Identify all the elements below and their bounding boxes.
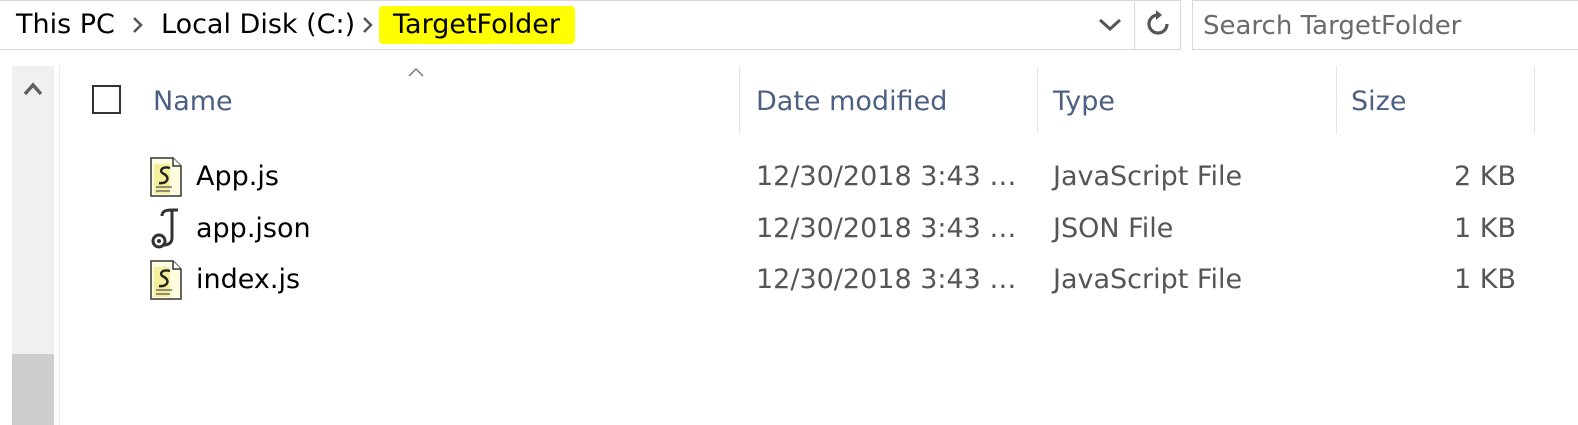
file-date-modified: 12/30/2018 3:43 AM (756, 161, 1022, 192)
breadcrumb-target-folder[interactable]: TargetFolder (393, 8, 560, 42)
column-header-type[interactable]: Type (1053, 66, 1335, 134)
file-type: JavaScript File (1053, 161, 1243, 192)
column-header-date-modified[interactable]: Date modified (756, 66, 1036, 134)
search-box[interactable] (1192, 0, 1578, 50)
column-header-name[interactable]: Name (153, 66, 738, 134)
json-file-icon (148, 208, 184, 250)
address-history-dropdown[interactable] (1090, 8, 1130, 44)
refresh-icon (1143, 9, 1173, 43)
navigation-pane-scrollbar[interactable] (12, 66, 54, 425)
scroll-up-button[interactable] (12, 70, 54, 110)
column-divider[interactable] (739, 66, 740, 134)
file-size: 1 KB (1454, 264, 1516, 295)
search-input[interactable] (1203, 8, 1563, 44)
file-date-modified: 12/30/2018 3:43 AM (756, 264, 1022, 295)
javascript-file-icon (148, 259, 184, 301)
file-row[interactable]: index.js 12/30/2018 3:43 AM JavaScript F… (60, 255, 1578, 305)
refresh-button[interactable] (1134, 2, 1181, 50)
file-name: App.js (196, 161, 279, 192)
breadcrumb-local-disk[interactable]: Local Disk (C:) (161, 8, 355, 42)
column-divider[interactable] (1037, 66, 1038, 134)
column-header-size[interactable]: Size (1351, 66, 1533, 134)
column-divider[interactable] (1336, 66, 1337, 134)
chevron-right-icon[interactable] (124, 10, 152, 40)
chevron-right-icon[interactable] (354, 10, 382, 40)
file-type: JavaScript File (1053, 264, 1243, 295)
select-all-checkbox[interactable] (92, 85, 121, 114)
file-date-modified: 12/30/2018 3:43 AM (756, 213, 1022, 244)
file-name: index.js (196, 264, 301, 295)
column-divider[interactable] (1534, 66, 1535, 134)
chevron-up-icon (23, 81, 43, 100)
column-header: Name Date modified Type Size (60, 66, 1578, 134)
javascript-file-icon (148, 156, 184, 198)
file-size: 2 KB (1454, 161, 1516, 192)
file-name: app.json (196, 213, 311, 244)
file-row[interactable]: App.js 12/30/2018 3:43 AM JavaScript Fil… (60, 152, 1578, 202)
file-size: 1 KB (1454, 213, 1516, 244)
breadcrumb-this-pc[interactable]: This PC (16, 8, 115, 42)
chevron-down-icon (1098, 17, 1122, 36)
address-bar[interactable]: This PC Local Disk (C:) TargetFolder (0, 0, 1181, 50)
file-type: JSON File (1053, 213, 1174, 244)
file-row[interactable]: app.json 12/30/2018 3:43 AM JSON File 1 … (60, 204, 1578, 254)
scroll-thumb[interactable] (12, 354, 54, 425)
